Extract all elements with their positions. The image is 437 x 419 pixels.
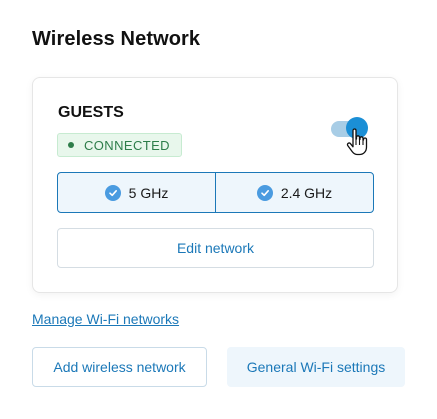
add-wireless-network-button[interactable]: Add wireless network (32, 347, 207, 387)
status-badge: CONNECTED (57, 133, 182, 157)
hand-pointer-icon (346, 128, 368, 156)
band-selector: 5 GHz 2.4 GHz (57, 172, 374, 213)
section-title: Wireless Network (32, 28, 201, 50)
check-circle-icon (256, 184, 273, 201)
band-label: 5 GHz (128, 184, 169, 201)
band-5ghz[interactable]: 5 GHz (58, 173, 215, 212)
band-label: 2.4 GHz (280, 184, 333, 201)
edit-network-button[interactable]: Edit network (57, 228, 374, 268)
check-circle-icon (104, 184, 121, 201)
band-2-4ghz[interactable]: 2.4 GHz (215, 173, 373, 212)
status-dot-icon (68, 142, 74, 148)
wireless-network-page: Wireless Network GUESTS CONNECTED 5 GHz (0, 0, 437, 419)
network-card: GUESTS CONNECTED 5 GHz 2.4 GHz Edit netw… (32, 77, 398, 293)
network-name: GUESTS (58, 104, 124, 121)
general-wifi-settings-button[interactable]: General Wi-Fi settings (227, 347, 405, 387)
manage-wifi-link[interactable]: Manage Wi-Fi networks (32, 311, 179, 327)
status-label: CONNECTED (84, 137, 170, 153)
